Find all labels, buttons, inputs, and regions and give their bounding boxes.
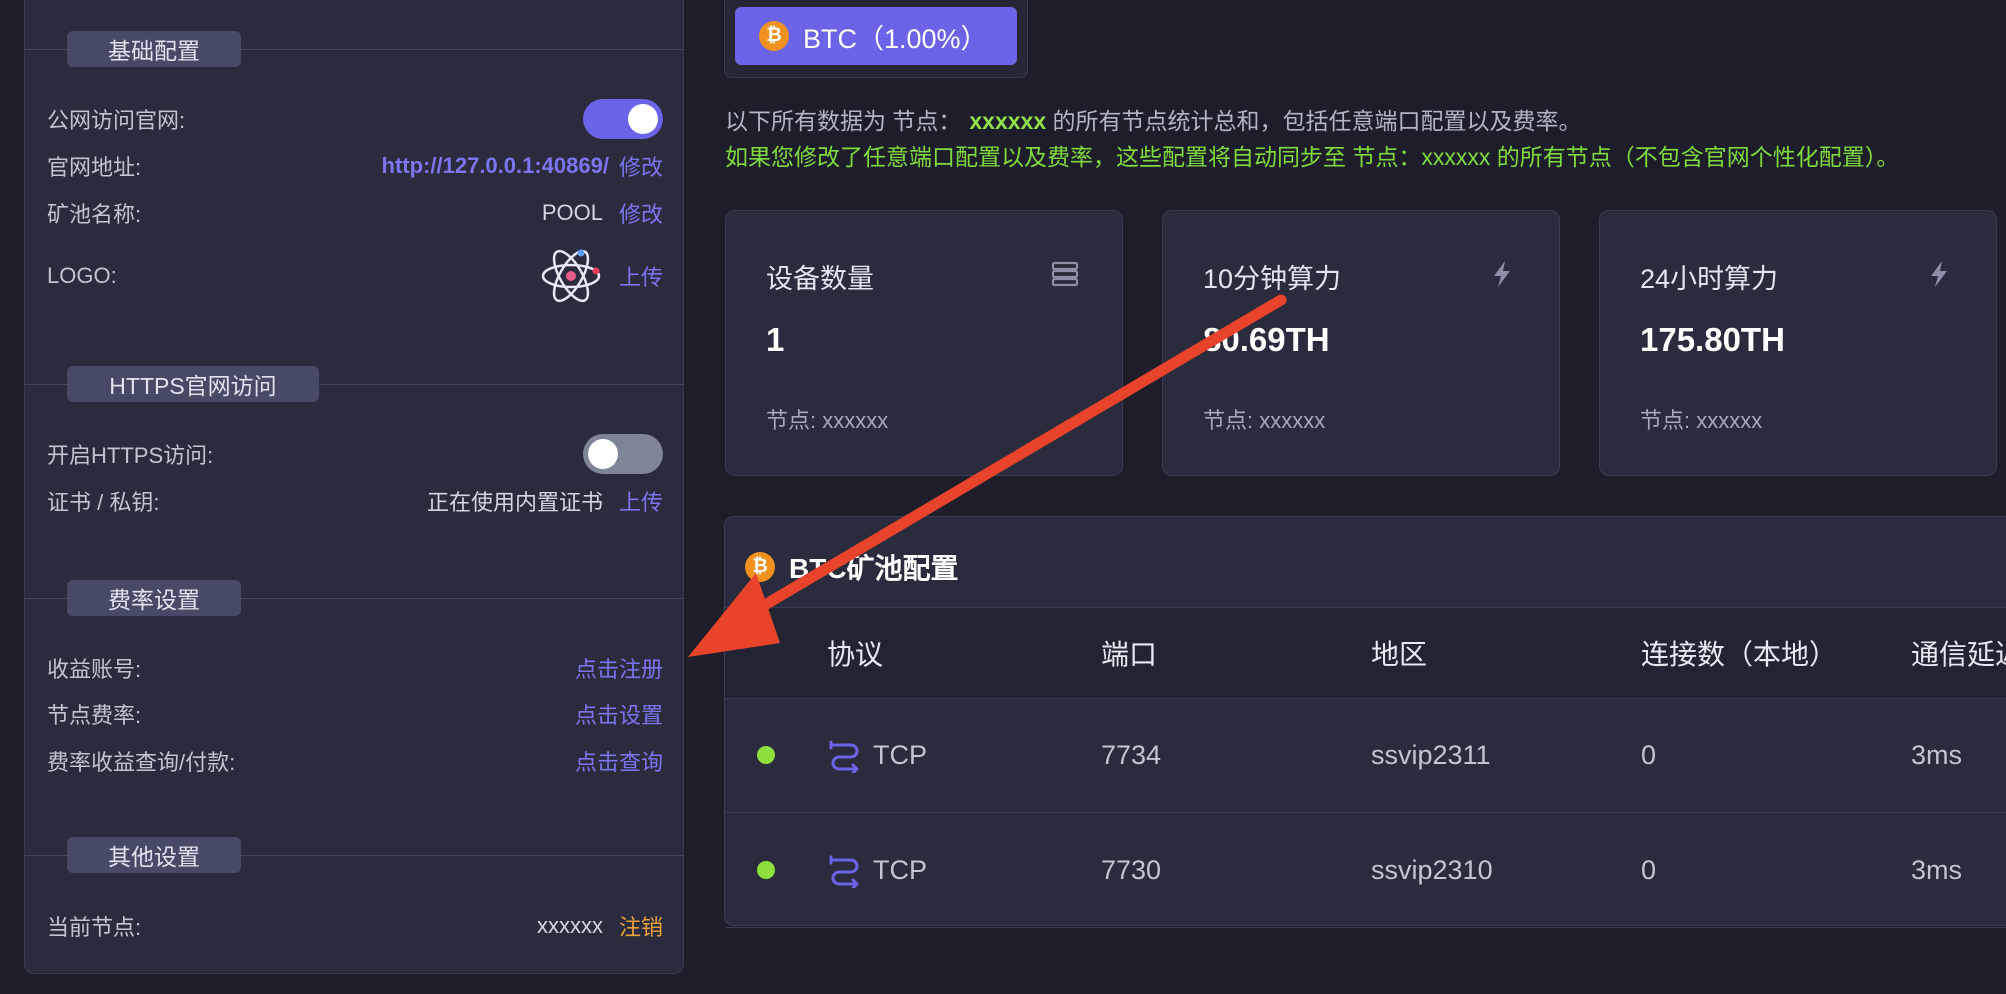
lightning-icon [1931,261,1947,287]
pool-config-title: ₿ BTC矿池配置 [745,547,959,587]
register-button[interactable]: 点击注册 [575,652,663,684]
logout-button[interactable]: 注销 [619,910,663,942]
upload-logo-button[interactable]: 上传 [619,260,663,292]
enable-https-toggle[interactable] [583,434,663,474]
stat-card-hashrate-24h: 24小时算力 175.80TH 节点: xxxxxx [1599,210,1997,476]
port-cell: 7730 [1101,854,1162,885]
connections-cell: 0 [1641,739,1657,770]
upload-certificate-button[interactable]: 上传 [619,485,663,517]
toggle-knob [628,104,658,134]
status-cell [757,813,775,927]
column-header-region: 地区 [1371,639,1428,670]
connections-cell: 0 [1641,854,1657,885]
server-icon [1051,261,1079,287]
section-title-fee: 费率设置 [67,580,241,616]
current-node-row: 当前节点: xxxxxx 注销 [47,904,663,948]
current-node-label: 当前节点: [47,915,142,940]
logo-row: LOGO: 上传 [47,240,663,312]
latency-cell: 3ms [1911,739,1963,770]
region-cell: ssvip2311 [1371,739,1491,770]
stat-node: 节点: xxxxxx [1203,408,1326,433]
status-cell [757,698,775,812]
query-fee-button[interactable]: 点击查询 [575,745,663,777]
summary-note: 以下所有数据为 节点： xxxxxx 的所有节点统计总和，包括任意端口配置以及费率… [725,102,1582,136]
section-title-other: 其他设置 [67,837,241,873]
node-fee-row: 节点费率: 点击设置 [47,692,663,736]
protocol-cell: TCP [827,813,927,927]
certificate-row: 证书 / 私钥: 正在使用内置证书 上传 [47,479,663,523]
site-address-row: 官网地址: http://127.0.0.1:40869/ 修改 [47,144,663,188]
stat-title: 24小时算力 [1640,264,1779,294]
certificate-status: 正在使用内置证书 [426,490,603,515]
lightning-icon [1494,261,1510,287]
https-toggle-row: 开启HTTPS访问: [47,432,663,476]
set-fee-button[interactable]: 点击设置 [575,698,663,730]
table-header: 协议 端口 地区 连接数（本地） 通信延迟 [725,607,2006,699]
status-dot [757,746,775,764]
column-header-port: 端口 [1101,639,1158,670]
site-address-link[interactable]: http://127.0.0.1:40869/ [382,153,609,179]
tab-btc-label: BTC（1.00%） [803,23,988,54]
current-node-value: xxxxxx [536,913,603,938]
pool-config-title-text: BTC矿池配置 [789,553,959,584]
sync-note: 如果您修改了任意端口配置以及费率，这些配置将自动同步至 节点：xxxxxx 的所… [725,144,1900,170]
summary-note-suffix: 的所有节点统计总和，包括任意端口配置以及费率。 [1046,108,1582,134]
coin-tabs: ₿ BTC（1.00%） [724,0,1028,78]
port-cell: 7734 [1101,739,1162,770]
public-access-row: 公网访问官网: [47,97,663,141]
btc-coin-icon: ₿ [745,552,775,582]
fee-query-row: 费率收益查询/付款: 点击查询 [47,739,663,783]
certificate-label: 证书 / 私钥: [47,490,160,515]
table-row[interactable]: TCP 7730 ssvip2310 0 3ms [725,813,2006,928]
stat-value: 175.80TH [1640,321,1785,358]
column-header-connections: 连接数（本地） [1641,639,1838,670]
edit-pool-name-button[interactable]: 修改 [619,197,663,229]
tab-btc[interactable]: ₿ BTC（1.00%） [735,7,1017,65]
enable-https-label: 开启HTTPS访问: [47,443,214,468]
account-row: 收益账号: 点击注册 [47,646,663,690]
route-icon [829,740,859,773]
pool-name-label: 矿池名称: [47,202,142,227]
route-icon [829,855,859,888]
protocol-value: TCP [873,739,927,770]
protocol-cell: TCP [827,698,927,812]
summary-note-prefix: 以下所有数据为 节点： [725,108,962,134]
pool-config-panel: ₿ BTC矿池配置 协议 端口 地区 连接数（本地） 通信延迟 TCP 7734… [724,516,2006,928]
section-title-basic: 基础配置 [67,31,241,67]
stat-value: 80.69TH [1203,321,1330,358]
summary-node-name: xxxxxx [969,108,1047,134]
atom-logo-icon [541,249,601,303]
node-fee-label: 节点费率: [47,703,142,728]
logo-label: LOGO: [47,263,117,288]
settings-panel: 基础配置 公网访问官网: 官网地址: http://127.0.0.1:4086… [24,0,684,974]
public-access-label: 公网访问官网: [47,108,186,133]
table-row[interactable]: TCP 7734 ssvip2311 0 3ms [725,698,2006,813]
pool-name-row: 矿池名称: POOL 修改 [47,191,663,235]
pool-name-value: POOL [541,200,603,225]
column-header-protocol: 协议 [827,639,884,670]
status-dot [757,861,775,879]
stat-node: 节点: xxxxxx [1640,408,1763,433]
account-label: 收益账号: [47,657,142,682]
column-header-latency: 通信延迟 [1911,639,2006,670]
stat-title: 10分钟算力 [1203,264,1342,294]
stat-value: 1 [766,321,785,358]
section-title-https: HTTPS官网访问 [67,366,319,402]
protocol-value: TCP [873,854,927,885]
btc-coin-icon: ₿ [759,21,789,51]
fee-query-label: 费率收益查询/付款: [47,750,236,775]
toggle-knob [588,439,618,469]
public-access-toggle[interactable] [583,99,663,139]
stat-card-devices: 设备数量 1 节点: xxxxxx [725,210,1123,476]
stat-node: 节点: xxxxxx [766,408,889,433]
region-cell: ssvip2310 [1371,854,1493,885]
site-address-label: 官网地址: [47,155,142,180]
stat-card-hashrate-10m: 10分钟算力 80.69TH 节点: xxxxxx [1162,210,1560,476]
edit-site-address-button[interactable]: 修改 [619,150,663,182]
stat-title: 设备数量 [766,264,874,294]
latency-cell: 3ms [1911,854,1963,885]
